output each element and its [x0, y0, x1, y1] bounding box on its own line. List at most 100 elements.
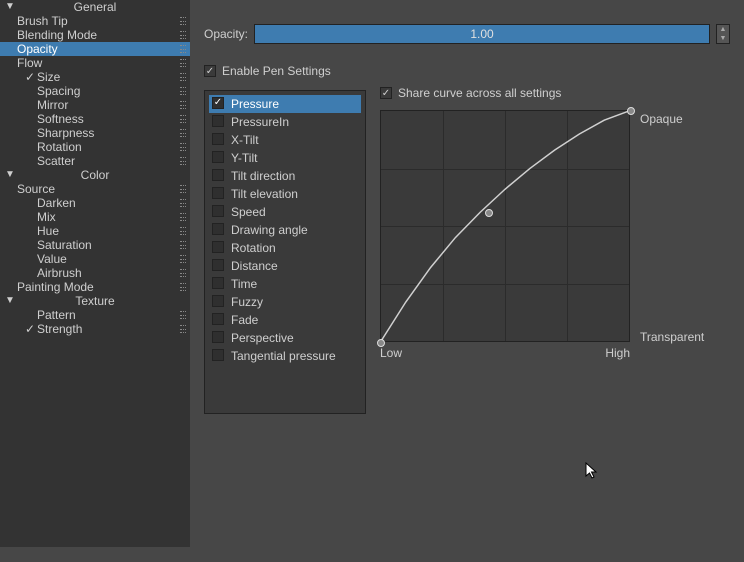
sidebar-item-label: Size: [37, 70, 60, 84]
drag-handle-icon[interactable]: [180, 255, 186, 263]
sensor-checkbox[interactable]: [212, 277, 224, 289]
sidebar-item-pattern[interactable]: Pattern: [0, 308, 190, 322]
section-header[interactable]: ▼Texture: [0, 294, 190, 308]
sensor-checkbox[interactable]: [212, 151, 224, 163]
curve-node[interactable]: [627, 107, 635, 115]
sensor-item-speed[interactable]: Speed: [209, 203, 361, 221]
sensor-checkbox[interactable]: [212, 205, 224, 217]
drag-handle-icon[interactable]: [180, 129, 186, 137]
enable-pen-row[interactable]: ✓ Enable Pen Settings: [204, 64, 730, 78]
drag-handle-icon[interactable]: [180, 185, 186, 193]
sensor-item-y-tilt[interactable]: Y-Tilt: [209, 149, 361, 167]
share-curve-checkbox[interactable]: ✓: [380, 87, 392, 99]
sidebar-item-painting-mode[interactable]: Painting Mode: [0, 280, 190, 294]
sensor-checkbox[interactable]: ✓: [212, 97, 224, 109]
sidebar-item-spacing[interactable]: Spacing: [0, 84, 190, 98]
spinner-down-icon[interactable]: ▼: [717, 34, 729, 43]
opacity-slider[interactable]: 1.00: [254, 24, 710, 44]
drag-handle-icon[interactable]: [180, 325, 186, 333]
sensor-checkbox[interactable]: [212, 259, 224, 271]
sidebar-item-label: Darken: [37, 196, 76, 210]
enable-pen-checkbox[interactable]: ✓: [204, 65, 216, 77]
sensor-checkbox[interactable]: [212, 295, 224, 307]
sidebar-item-brush-tip[interactable]: Brush Tip: [0, 14, 190, 28]
drag-handle-icon[interactable]: [180, 143, 186, 151]
sensor-item-distance[interactable]: Distance: [209, 257, 361, 275]
sidebar-item-mirror[interactable]: Mirror: [0, 98, 190, 112]
sensor-item-fuzzy[interactable]: Fuzzy: [209, 293, 361, 311]
sensor-item-fade[interactable]: Fade: [209, 311, 361, 329]
share-curve-label: Share curve across all settings: [398, 86, 561, 100]
sidebar-item-label: Value: [37, 252, 67, 266]
sensor-label: X-Tilt: [231, 133, 259, 147]
sidebar-item-value[interactable]: Value: [0, 252, 190, 266]
sensor-checkbox[interactable]: [212, 187, 224, 199]
sensor-checkbox[interactable]: [212, 115, 224, 127]
section-header[interactable]: ▼Color: [0, 168, 190, 182]
sensor-checkbox[interactable]: [212, 133, 224, 145]
sidebar-item-softness[interactable]: Softness: [0, 112, 190, 126]
sidebar-item-source[interactable]: Source: [0, 182, 190, 196]
sensor-item-x-tilt[interactable]: X-Tilt: [209, 131, 361, 149]
sensor-label: Y-Tilt: [231, 151, 257, 165]
drag-handle-icon[interactable]: [180, 17, 186, 25]
drag-handle-icon[interactable]: [180, 157, 186, 165]
sensor-list: ✓ Pressure PressureIn X-Tilt Y-Tilt Tilt dire…: [204, 90, 366, 414]
sidebar-item-sharpness[interactable]: Sharpness: [0, 126, 190, 140]
sidebar-item-strength[interactable]: ✓Strength: [0, 322, 190, 336]
curve-node[interactable]: [485, 209, 493, 217]
curve-node[interactable]: [377, 339, 385, 347]
drag-handle-icon[interactable]: [180, 101, 186, 109]
drag-handle-icon[interactable]: [180, 269, 186, 277]
sidebar-item-blending-mode[interactable]: Blending Mode: [0, 28, 190, 42]
drag-handle-icon[interactable]: [180, 73, 186, 81]
sidebar-item-airbrush[interactable]: Airbrush: [0, 266, 190, 280]
sidebar-item-flow[interactable]: Flow: [0, 56, 190, 70]
sidebar-item-scatter[interactable]: Scatter: [0, 154, 190, 168]
drag-handle-icon[interactable]: [180, 87, 186, 95]
drag-handle-icon[interactable]: [180, 283, 186, 291]
sensor-item-time[interactable]: Time: [209, 275, 361, 293]
sensor-checkbox[interactable]: [212, 349, 224, 361]
sensor-item-pressure[interactable]: ✓ Pressure: [209, 95, 361, 113]
sensor-item-tilt-direction[interactable]: Tilt direction: [209, 167, 361, 185]
drag-handle-icon[interactable]: [180, 31, 186, 39]
curve-editor[interactable]: [380, 110, 630, 342]
drag-handle-icon[interactable]: [180, 45, 186, 53]
share-curve-row[interactable]: ✓ Share curve across all settings: [380, 86, 730, 100]
sidebar-item-saturation[interactable]: Saturation: [0, 238, 190, 252]
opacity-spinner[interactable]: ▲ ▼: [716, 24, 730, 44]
sensor-item-pressurein[interactable]: PressureIn: [209, 113, 361, 131]
drag-handle-icon[interactable]: [180, 213, 186, 221]
sensor-checkbox[interactable]: [212, 223, 224, 235]
collapse-arrow-icon: ▼: [5, 168, 15, 182]
sidebar-item-rotation[interactable]: Rotation: [0, 140, 190, 154]
drag-handle-icon[interactable]: [180, 311, 186, 319]
curve-path: [381, 111, 629, 341]
drag-handle-icon[interactable]: [180, 115, 186, 123]
sidebar-item-mix[interactable]: Mix: [0, 210, 190, 224]
sidebar-item-opacity[interactable]: Opacity: [0, 42, 190, 56]
sensor-label: Pressure: [231, 97, 279, 111]
sidebar-item-hue[interactable]: Hue: [0, 224, 190, 238]
spinner-up-icon[interactable]: ▲: [717, 25, 729, 34]
sensor-checkbox[interactable]: [212, 331, 224, 343]
sidebar-item-label: Spacing: [37, 84, 80, 98]
sensor-label: Speed: [231, 205, 266, 219]
sensor-item-rotation[interactable]: Rotation: [209, 239, 361, 257]
drag-handle-icon[interactable]: [180, 227, 186, 235]
curve-x-axis: Low High: [380, 346, 630, 360]
sensor-item-perspective[interactable]: Perspective: [209, 329, 361, 347]
drag-handle-icon[interactable]: [180, 199, 186, 207]
sensor-item-drawing-angle[interactable]: Drawing angle: [209, 221, 361, 239]
sensor-checkbox[interactable]: [212, 241, 224, 253]
section-header[interactable]: ▼General: [0, 0, 190, 14]
sidebar-item-darken[interactable]: Darken: [0, 196, 190, 210]
sensor-checkbox[interactable]: [212, 313, 224, 325]
sensor-item-tilt-elevation[interactable]: Tilt elevation: [209, 185, 361, 203]
sidebar-item-size[interactable]: ✓Size: [0, 70, 190, 84]
drag-handle-icon[interactable]: [180, 59, 186, 67]
sensor-item-tangential-pressure[interactable]: Tangential pressure: [209, 347, 361, 365]
sensor-checkbox[interactable]: [212, 169, 224, 181]
drag-handle-icon[interactable]: [180, 241, 186, 249]
